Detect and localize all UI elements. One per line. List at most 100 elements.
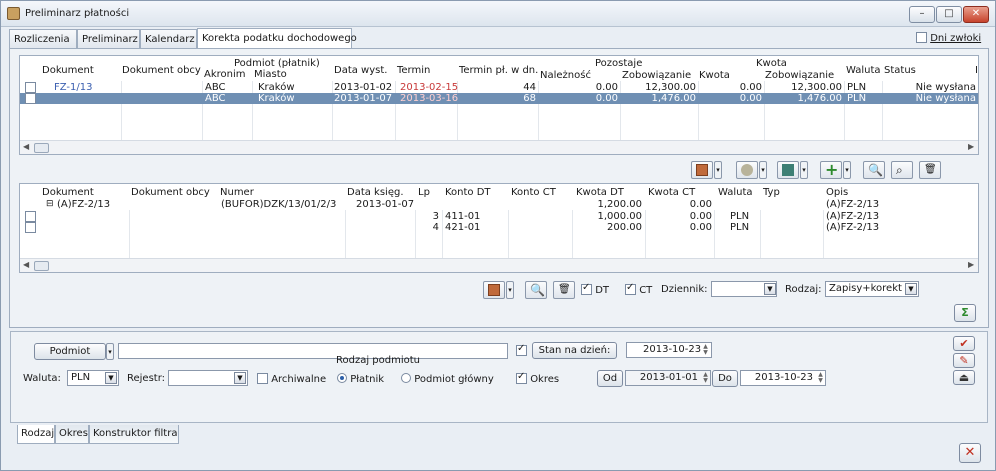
col-header-konto-ct[interactable]: Konto CT (511, 187, 556, 198)
do-field[interactable]: 2013-10-23 (740, 370, 826, 386)
people-button[interactable] (736, 161, 758, 179)
od-button[interactable]: Od (597, 370, 623, 387)
search-button-2[interactable]: 🔍 (525, 281, 547, 299)
people-dropdown[interactable]: ▾ (759, 161, 767, 179)
maximize-button[interactable]: □ (936, 6, 962, 23)
dziennik-dropdown-icon[interactable]: ▼ (764, 283, 776, 295)
add-dropdown[interactable]: ▾ (843, 161, 851, 179)
group-row[interactable]: ⊟ (A)FZ-2/13 (BUFOR)DZK/13/01/2/3 2013-0… (20, 199, 978, 210)
podmiot-glowny-radio[interactable] (401, 373, 411, 383)
do-spinner[interactable]: ▲ ▼ (816, 372, 825, 386)
dni-zwloki-toggle[interactable]: Dni zwłoki (916, 32, 981, 44)
col-header-dokument-obcy[interactable]: Dokument obcy (122, 65, 201, 76)
scroll-thumb[interactable] (34, 261, 49, 271)
scroll-left-icon[interactable]: ◀ (23, 260, 29, 269)
col-header-podmiot[interactable]: Podmiot (płatnik) (234, 58, 320, 69)
tab-preliminarz[interactable]: Preliminarz (77, 29, 140, 48)
col-header-pozostaje[interactable]: Pozostaje (595, 58, 642, 69)
col-header-zobowiazanie[interactable]: Zobowiązanie (622, 70, 691, 81)
table-row[interactable]: 4 421-01 200.00 0.00 PLN (A)FZ-2/13 (20, 222, 978, 233)
dni-zwloki-checkbox[interactable] (916, 32, 927, 43)
payments-grid[interactable]: Dokument Dokument obcy Podmiot (płatnik)… (19, 55, 979, 155)
table-row-selected[interactable]: ABC Kraków 2013-01-07 2013-03-16 68 0.00… (20, 93, 978, 104)
archiwalne-checkbox[interactable] (257, 373, 268, 384)
podmiot-dropdown[interactable]: ▾ (106, 343, 114, 360)
grid1-horizontal-scrollbar[interactable]: ◀ ▶ (20, 140, 978, 154)
od-field[interactable]: 2013-01-01 (625, 370, 711, 386)
ledger-grid[interactable]: Dokument Dokument obcy Numer Data księg.… (19, 183, 979, 273)
waluta-dropdown-icon[interactable]: ▼ (105, 372, 117, 384)
podmiot-glowny-option[interactable]: Podmiot główny (401, 373, 494, 385)
od-spinner[interactable]: ▲ ▼ (701, 372, 710, 386)
stan-na-dzien-toggle[interactable] (516, 343, 527, 357)
tab-rozliczenia[interactable]: Rozliczenia (9, 29, 77, 48)
col-header-akronim[interactable]: Akronim (204, 69, 246, 80)
dt-checkbox[interactable] (581, 282, 592, 295)
close-button[interactable]: ✕ (959, 443, 981, 463)
table-row[interactable]: FZ-1/13 ABC Kraków 2013-01-02 2013-02-15… (20, 82, 978, 93)
col-header-konto-dt[interactable]: Konto DT (445, 187, 491, 198)
filter-options-button[interactable]: ⏏ (953, 370, 975, 385)
do-button[interactable]: Do (712, 370, 738, 387)
row-checkbox[interactable] (25, 93, 36, 104)
grid2-horizontal-scrollbar[interactable]: ◀ ▶ (20, 258, 978, 272)
scroll-left-icon[interactable]: ◀ (23, 142, 29, 151)
ct-checkbox[interactable] (625, 282, 636, 295)
col-header-naleznosc[interactable]: Należność (540, 70, 591, 81)
zoom-button[interactable]: ⌕ (891, 161, 913, 179)
col-header-data-ksieg[interactable]: Data księg. (347, 187, 404, 198)
clear-filter-button[interactable]: ✎ (953, 353, 975, 368)
col-header-termin[interactable]: Termin (397, 65, 430, 76)
col-header-numer[interactable]: Numer (220, 187, 254, 198)
col-header-waluta[interactable]: Waluta (846, 65, 881, 76)
podmiot-button[interactable]: Podmiot (34, 343, 106, 360)
tab-okres[interactable]: Okres (55, 425, 89, 444)
col-header-miasto[interactable]: Miasto (254, 69, 287, 80)
transfer-button[interactable] (777, 161, 799, 179)
ct-toggle[interactable]: CT (625, 282, 652, 296)
scroll-right-icon[interactable]: ▶ (968, 142, 974, 151)
sum-button[interactable]: Σ (954, 304, 976, 322)
podmiot-field[interactable] (118, 343, 508, 359)
row-checkbox[interactable] (25, 82, 36, 93)
tab-konstruktor-filtra[interactable]: Konstruktor filtra (89, 425, 179, 444)
row-checkbox[interactable] (25, 211, 36, 222)
delete-button[interactable]: 🗑 (919, 161, 941, 179)
col-header-kwota[interactable]: Kwota (699, 70, 730, 81)
col-header-kwota-group[interactable]: Kwota (756, 58, 787, 69)
document-button-2[interactable] (483, 281, 505, 299)
col-header-dokument-obcy[interactable]: Dokument obcy (131, 187, 210, 198)
tab-rodzaj[interactable]: Rodzaj (17, 425, 55, 444)
col-header-data-wyst[interactable]: Data wyst. (334, 65, 387, 76)
col-header-opis[interactable]: Opis (826, 187, 848, 198)
stan-na-dzien-field[interactable]: 2013-10-23 (626, 342, 712, 358)
apply-filter-button[interactable]: ✔ (953, 336, 975, 351)
okres-toggle[interactable]: Okres (516, 371, 559, 385)
col-header-waluta[interactable]: Waluta (718, 187, 753, 198)
minimize-button[interactable]: – (909, 6, 935, 23)
col-header-kwota-dt[interactable]: Kwota DT (576, 187, 624, 198)
col-header-typ[interactable]: Typ (763, 187, 780, 198)
platnik-option[interactable]: Płatnik (337, 373, 384, 385)
col-header-lp[interactable]: Lp (418, 187, 430, 198)
rodzaj-dropdown-icon[interactable]: ▼ (905, 283, 917, 295)
stan-na-dzien-checkbox[interactable] (516, 343, 527, 356)
delete-button-2[interactable]: 🗑 (553, 281, 575, 299)
col-header-termin-pl[interactable]: Termin pł. w dn. (459, 65, 538, 76)
col-header-zobowiazanie-2[interactable]: Zobowiązanie (765, 70, 834, 81)
add-button[interactable]: + (820, 161, 842, 179)
col-header-dokument[interactable]: Dokument (42, 65, 94, 76)
scroll-right-icon[interactable]: ▶ (968, 260, 974, 269)
tab-kalendarz[interactable]: Kalendarz (140, 29, 197, 48)
col-header-dokument[interactable]: Dokument (42, 187, 94, 198)
scroll-thumb[interactable] (34, 143, 49, 153)
collapse-icon[interactable]: ⊟ (46, 199, 54, 209)
table-row[interactable]: 3 411-01 1,000.00 0.00 PLN (A)FZ-2/13 (20, 211, 978, 222)
document-dropdown-2[interactable]: ▾ (506, 281, 514, 299)
search-button[interactable]: 🔍 (863, 161, 885, 179)
okres-checkbox[interactable] (516, 371, 527, 384)
col-header-status[interactable]: Status (884, 65, 916, 76)
document-dropdown[interactable]: ▾ (714, 161, 722, 179)
archiwalne-toggle[interactable]: Archiwalne (257, 373, 326, 385)
platnik-radio[interactable] (337, 373, 347, 383)
